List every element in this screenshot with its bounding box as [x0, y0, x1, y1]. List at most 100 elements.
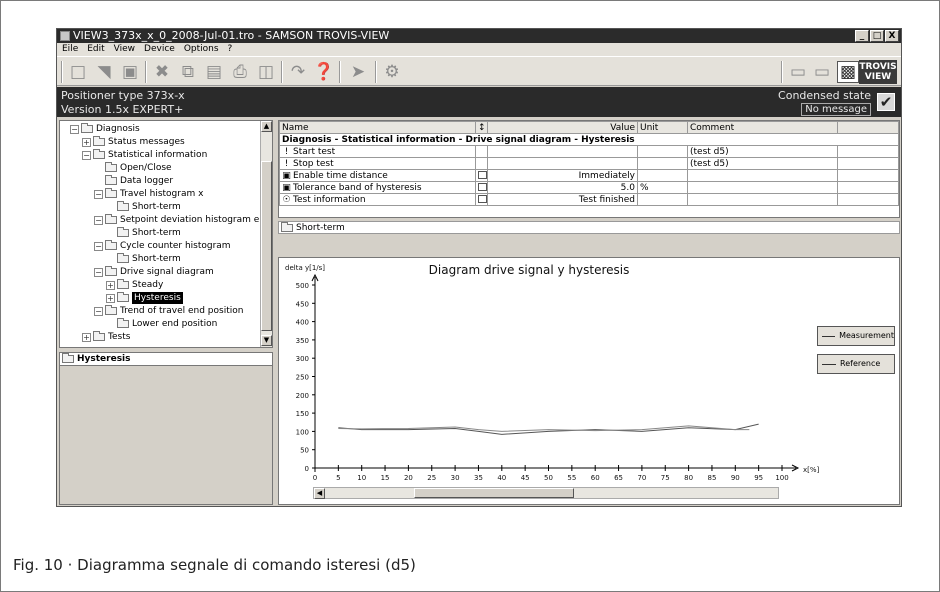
short-term-folder[interactable]: Short-term — [278, 221, 900, 234]
column-name[interactable]: Name — [279, 121, 476, 134]
close-button[interactable]: X — [885, 30, 899, 42]
legend-measurement-button[interactable]: Measurement — [817, 326, 895, 346]
table-row[interactable]: ☉ Test information Test finished — [279, 193, 899, 206]
tree-item-label: Statistical information — [108, 150, 208, 160]
param-value[interactable]: Test finished — [487, 193, 638, 206]
collapse-icon[interactable]: − — [70, 124, 79, 134]
param-name-cell: ▣ Tolerance band of hysteresis — [279, 181, 476, 194]
tree-item[interactable]: − Diagnosis — [70, 123, 140, 135]
tools-icon[interactable]: ➤ — [347, 61, 369, 83]
collapse-icon[interactable]: − — [94, 241, 103, 251]
new-icon[interactable]: □ — [67, 61, 89, 83]
menu-help[interactable]: ? — [225, 43, 239, 56]
help-icon[interactable]: ❓ — [313, 61, 335, 83]
chart-horizontal-scrollbar[interactable]: ◀ — [313, 487, 779, 499]
table-row[interactable]: ▣ Tolerance band of hysteresis 5.0% — [279, 181, 899, 194]
collapse-icon[interactable]: − — [82, 150, 91, 160]
collapse-icon[interactable]: − — [94, 306, 103, 316]
tree-item[interactable]: + Hysteresis — [106, 292, 183, 304]
tree-item[interactable]: + Tests — [82, 331, 130, 343]
maximize-button[interactable]: □ — [870, 30, 884, 42]
settings-icon[interactable]: ⚙ — [381, 61, 403, 83]
table-row[interactable]: ▣ Enable time distance Immediately — [279, 169, 899, 182]
expand-icon[interactable]: + — [106, 280, 115, 290]
collapse-icon[interactable]: − — [94, 267, 103, 277]
paste-icon[interactable]: ▤ — [203, 61, 225, 83]
menu-device[interactable]: Device — [141, 43, 181, 56]
edit-cell[interactable] — [475, 181, 488, 194]
device-view-icon[interactable]: ▩ — [837, 61, 859, 83]
tree-item[interactable]: − Cycle counter histogram — [94, 240, 231, 252]
tree-item[interactable]: Short-term — [106, 227, 181, 239]
collapse-icon[interactable]: − — [94, 215, 103, 225]
menu-file[interactable]: Eile — [59, 43, 84, 56]
x-tick-label: 30 — [451, 474, 460, 482]
tree-spacer — [106, 319, 115, 329]
tree-item[interactable]: Short-term — [106, 253, 181, 265]
param-value[interactable]: Immediately — [487, 169, 638, 182]
tree-item[interactable]: + Status messages — [82, 136, 185, 148]
table-row[interactable]: ! Start test (test d5) — [279, 145, 899, 158]
folder-icon — [93, 136, 105, 146]
column-unit[interactable]: Unit — [637, 121, 688, 134]
tree-item[interactable]: − Travel histogram x — [94, 188, 203, 200]
edit-icon[interactable] — [478, 171, 487, 179]
scroll-left-arrow-icon[interactable]: ◀ — [314, 488, 325, 499]
edit-cell[interactable] — [475, 169, 488, 182]
chart-scroll-thumb[interactable] — [414, 488, 574, 498]
cut-icon[interactable]: ✖ — [151, 61, 173, 83]
edit-icon[interactable] — [478, 195, 487, 203]
toolbar-separator — [61, 61, 63, 83]
save-icon[interactable]: ▣ — [119, 61, 141, 83]
print-preview-icon[interactable]: ◫ — [255, 61, 277, 83]
param-value[interactable] — [487, 157, 638, 170]
x-tick-label: 60 — [591, 474, 600, 482]
menu-options[interactable]: Options — [181, 43, 225, 56]
param-value[interactable]: 5.0 — [487, 181, 638, 194]
print-icon[interactable]: ⎙ — [229, 61, 251, 83]
column-sort[interactable]: ↕ — [475, 121, 488, 134]
folder-icon — [105, 240, 117, 250]
expand-icon[interactable]: + — [82, 332, 91, 342]
tree-item[interactable]: + Steady — [106, 279, 163, 291]
column-value[interactable]: Value — [487, 121, 638, 134]
tree-scrollbar[interactable]: ▲ ▼ — [260, 121, 272, 347]
scroll-thumb[interactable] — [261, 161, 272, 331]
column-comment[interactable]: Comment — [687, 121, 838, 134]
tree-spacer — [106, 202, 115, 212]
tree-item[interactable]: − Setpoint deviation histogram e — [94, 214, 259, 226]
tree-item[interactable]: − Trend of travel end position — [94, 305, 243, 317]
expand-icon[interactable]: + — [106, 293, 115, 303]
expand-icon[interactable]: + — [82, 137, 91, 147]
scroll-up-arrow-icon[interactable]: ▲ — [261, 121, 272, 132]
table-row[interactable]: ! Stop test (test d5) — [279, 157, 899, 170]
scroll-down-arrow-icon[interactable]: ▼ — [261, 335, 272, 346]
legend-reference-button[interactable]: Reference — [817, 354, 895, 374]
param-extra — [837, 145, 899, 158]
collapse-icon[interactable]: − — [94, 189, 103, 199]
edit-icon[interactable] — [478, 183, 487, 191]
x-tick-label: 15 — [381, 474, 390, 482]
param-extra — [837, 169, 899, 182]
param-name: Stop test — [293, 158, 334, 169]
tree-item[interactable]: Lower end position — [106, 318, 217, 330]
transfer-icon[interactable]: ↷ — [287, 61, 309, 83]
tree-item[interactable]: − Drive signal diagram — [94, 266, 214, 278]
firmware-version: Version 1.5x EXPERT+ — [61, 103, 184, 116]
param-value[interactable] — [487, 145, 638, 158]
minimize-button[interactable]: _ — [855, 30, 869, 42]
monitor-offline-icon[interactable]: ▭ — [787, 61, 809, 83]
edit-cell[interactable] — [475, 193, 488, 206]
menu-view[interactable]: View — [111, 43, 141, 56]
tree-item[interactable]: Short-term — [106, 201, 181, 213]
hysteresis-panel-header[interactable]: Hysteresis — [60, 353, 272, 366]
tree-item[interactable]: − Statistical information — [82, 149, 207, 161]
tree-item[interactable]: Open/Close — [94, 162, 172, 174]
figure-caption: Fig. 10 · Diagramma segnale di comando i… — [13, 556, 416, 574]
open-icon[interactable]: ◥ — [93, 61, 115, 83]
menu-edit[interactable]: Edit — [84, 43, 110, 56]
parameter-grid: Name ↕ Value Unit Comment Diagnosis - St… — [278, 120, 900, 218]
tree-item[interactable]: Data logger — [94, 175, 173, 187]
copy-icon[interactable]: ⧉ — [177, 61, 199, 83]
monitor-online-icon[interactable]: ▭ — [811, 61, 833, 83]
